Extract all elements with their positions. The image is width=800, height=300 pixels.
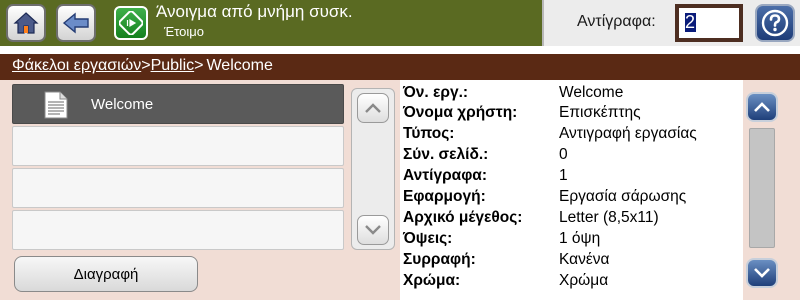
detail-value: 1 — [559, 167, 568, 184]
detail-value: 0 — [559, 146, 568, 163]
chevron-up-icon — [365, 103, 381, 113]
job-row-empty[interactable] — [12, 126, 344, 166]
detail-value: Welcome — [559, 84, 624, 101]
breadcrumb: Φάκελοι εργασιών>Public> Welcome — [0, 54, 800, 80]
job-name: Welcome — [91, 96, 154, 113]
detail-row-user-name: Όνομα χρήστη: Επισκέπτης — [400, 103, 743, 123]
start-button[interactable] — [114, 6, 148, 40]
detail-value: Χρώμα — [559, 272, 609, 289]
detail-value: Κανένα — [559, 251, 610, 268]
detail-label: Σύν. σελίδ.: — [403, 146, 489, 163]
back-button[interactable] — [56, 4, 96, 42]
job-list-scroll-up-button[interactable] — [357, 93, 389, 123]
detail-label: Αντίγραφα: — [403, 167, 487, 184]
detail-value: Letter (8,5x11) — [559, 209, 659, 226]
detail-row-application: Εφαρμογή: Εργασία σάρωσης — [400, 187, 743, 207]
detail-value: Αντιγραφή εργασίας — [559, 125, 697, 142]
breadcrumb-public[interactable]: Public — [151, 57, 195, 74]
detail-row-type: Τύπος: Αντιγραφή εργασίας — [400, 124, 743, 144]
copies-value: 2 — [685, 12, 696, 32]
job-row-empty[interactable] — [12, 168, 344, 208]
job-list-scrollbar — [351, 88, 395, 250]
detail-value: 1 όψη — [559, 230, 601, 247]
details-scrollbar — [746, 88, 780, 288]
details-scroll-up-button[interactable] — [746, 92, 778, 122]
chevron-down-icon — [365, 225, 381, 235]
detail-row-sides: Όψεις: 1 όψη — [400, 229, 743, 249]
detail-row-staple: Συρραφή: Κανένα — [400, 250, 743, 270]
detail-row-copies: Αντίγραφα: 1 — [400, 166, 743, 186]
main-panel: Welcome Διαγραφή Όν. εργ.: Welcome Όνομα… — [0, 80, 800, 300]
detail-value: Επισκέπτης — [559, 104, 641, 121]
details-scroll-down-button[interactable] — [746, 258, 778, 288]
help-button[interactable] — [755, 4, 795, 42]
detail-label: Εφαρμογή: — [403, 188, 486, 205]
home-icon — [13, 12, 39, 34]
detail-row-original-size: Αρχικό μέγεθος: Letter (8,5x11) — [400, 208, 743, 228]
top-bar: Άνοιγμα από μνήμη συσκ. Έτοιμο Αντίγραφα… — [0, 0, 800, 46]
breadcrumb-separator: > — [141, 57, 151, 74]
detail-value: Εργασία σάρωσης — [559, 188, 687, 205]
details-scroll-track[interactable] — [749, 128, 775, 248]
job-list: Welcome — [12, 84, 344, 250]
job-details-panel: Όν. εργ.: Welcome Όνομα χρήστη: Επισκέπτ… — [400, 80, 743, 300]
document-icon — [44, 91, 68, 119]
copies-label: Αντίγραφα: — [577, 13, 656, 30]
detail-label: Αρχικό μέγεθος: — [403, 209, 523, 226]
job-list-scroll-down-button[interactable] — [357, 215, 389, 245]
detail-label: Όν. εργ.: — [403, 84, 469, 101]
detail-row-total-pages: Σύν. σελίδ.: 0 — [400, 145, 743, 165]
delete-button[interactable]: Διαγραφή — [14, 256, 198, 292]
detail-label: Όψεις: — [403, 230, 453, 247]
detail-row-job-name: Όν. εργ.: Welcome — [400, 83, 743, 103]
detail-label: Τύπος: — [403, 125, 455, 142]
job-row-empty[interactable] — [12, 210, 344, 250]
chevron-down-icon — [754, 268, 770, 278]
chevron-up-icon — [754, 102, 770, 112]
copies-input[interactable]: 2 — [675, 4, 743, 42]
detail-row-color: Χρώμα: Χρώμα — [400, 271, 743, 291]
home-button[interactable] — [6, 4, 46, 42]
detail-label: Χρώμα: — [403, 272, 461, 289]
breadcrumb-separator: > — [194, 57, 204, 74]
breadcrumb-current: Welcome — [206, 57, 273, 74]
start-icon — [119, 11, 143, 35]
breadcrumb-job-folders[interactable]: Φάκελοι εργασιών — [12, 57, 141, 74]
job-row-welcome[interactable]: Welcome — [12, 84, 344, 124]
detail-label: Συρραφή: — [403, 251, 476, 268]
detail-label: Όνομα χρήστη: — [403, 104, 518, 121]
status-title: Άνοιγμα από μνήμη συσκ. — [156, 2, 353, 21]
help-icon — [761, 9, 789, 37]
back-arrow-icon — [62, 12, 89, 34]
status-subtitle: Έτοιμο — [164, 24, 204, 39]
